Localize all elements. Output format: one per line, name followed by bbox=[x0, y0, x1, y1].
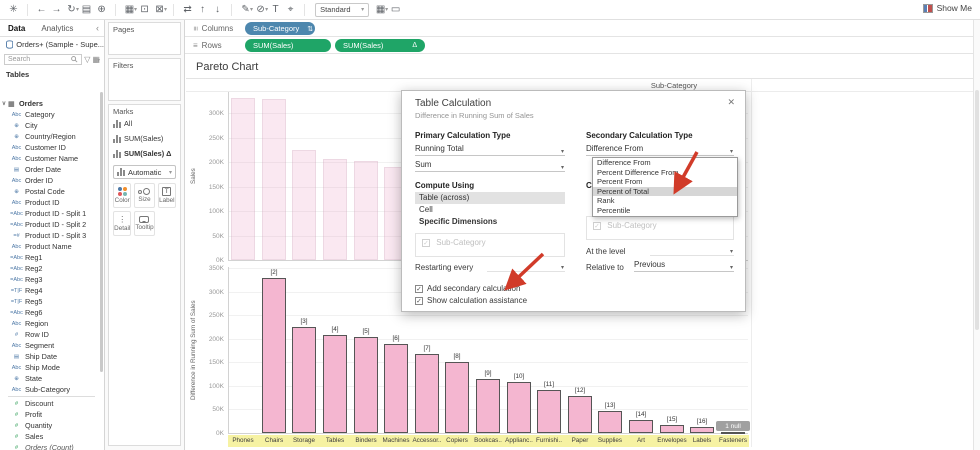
aggregation-dropdown[interactable]: Sum ▾ bbox=[415, 159, 565, 172]
secondary-dimension-label: Sub-Category bbox=[607, 221, 657, 230]
bar-rank-label: [10] bbox=[513, 373, 525, 380]
compute-using-header: Compute Using bbox=[415, 181, 475, 190]
bar-furnishings[interactable] bbox=[537, 390, 561, 433]
bar-copiers[interactable] bbox=[445, 362, 469, 433]
y-axis-title: Sales bbox=[190, 168, 197, 184]
x-tick-label[interactable]: Phones bbox=[227, 437, 259, 444]
primary-dimension-label: Sub-Category bbox=[436, 238, 486, 247]
bar-tables[interactable] bbox=[323, 159, 347, 260]
bar-rank-label: [12] bbox=[574, 387, 586, 394]
bar-art[interactable] bbox=[629, 420, 653, 433]
x-tick-label[interactable]: Storage bbox=[288, 437, 320, 444]
compute-using-list[interactable]: Table (across) Cell Specific Dimensions bbox=[415, 192, 565, 228]
bar-storage[interactable] bbox=[292, 150, 316, 260]
bar-appliances[interactable] bbox=[507, 382, 531, 433]
bar-tables[interactable] bbox=[323, 335, 347, 433]
bar-chairs[interactable] bbox=[262, 278, 286, 433]
menu-item-percent-difference-from[interactable]: Percent Difference From bbox=[593, 168, 737, 178]
tableau-window: ✳ ← → ↻ ▾ ▤ ⊕ ▦ ▾ ⊡ ⊠ ▾ ⇄ ↑ ↓ ✎ ▾ ⊘ ▾ T ⌖ Standard ▾ ▦ ▾ ▭ Sho… bbox=[0, 0, 980, 450]
bar-rank-label: [3] bbox=[300, 318, 308, 325]
checkbox-show-calculation-assistance[interactable]: ✓ Show calculation assistance bbox=[415, 296, 527, 305]
x-tick-label[interactable]: Binders bbox=[350, 437, 382, 444]
bar-rank-label: [4] bbox=[331, 326, 339, 333]
bar-machines[interactable] bbox=[384, 344, 408, 433]
bar-rank-label: [6] bbox=[392, 335, 400, 342]
x-tick-label[interactable]: Applianc.. bbox=[503, 437, 535, 444]
close-icon[interactable]: ✕ bbox=[727, 97, 735, 108]
secondary-type-dropdown[interactable]: Difference From ▾ bbox=[586, 143, 734, 156]
bar-paper[interactable] bbox=[568, 396, 592, 433]
checkbox-icon: ✓ bbox=[593, 221, 601, 230]
menu-item-percent-of-total[interactable]: Percent of Total bbox=[593, 186, 737, 197]
x-tick-label[interactable]: Tables bbox=[319, 437, 351, 444]
compute-option-specific-dimensions[interactable]: Specific Dimensions bbox=[415, 216, 565, 228]
relative-to-label: Relative to bbox=[586, 263, 624, 272]
gridline bbox=[228, 433, 748, 434]
bar-rank-label: [5] bbox=[362, 328, 370, 335]
secondary-dimension-box: ✓ Sub-Category bbox=[586, 216, 734, 240]
restarting-every-dropdown: ▾ bbox=[487, 259, 565, 272]
x-tick-label[interactable]: Labels bbox=[686, 437, 718, 444]
secondary-calc-type-header: Secondary Calculation Type bbox=[586, 131, 693, 140]
bar-rank-label: [16] bbox=[696, 418, 708, 425]
bar-supplies[interactable] bbox=[598, 411, 622, 433]
x-tick-label[interactable]: Machines bbox=[380, 437, 412, 444]
at-the-level-dropdown: ▾ bbox=[650, 243, 734, 256]
table-calculation-dialog: Table Calculation Difference in Running … bbox=[401, 90, 746, 312]
y-axis-line bbox=[228, 267, 229, 433]
bar-binders[interactable] bbox=[354, 161, 378, 260]
menu-item-rank[interactable]: Rank bbox=[593, 196, 737, 206]
primary-type-dropdown[interactable]: Running Total ▾ bbox=[415, 143, 565, 156]
x-tick-label[interactable]: Chairs bbox=[258, 437, 290, 444]
x-tick-label[interactable]: Art bbox=[625, 437, 657, 444]
bar-rank-label: [7] bbox=[423, 345, 431, 352]
dialog-subtitle: Difference in Running Sum of Sales bbox=[415, 111, 534, 120]
compute-option-cell[interactable]: Cell bbox=[415, 204, 565, 216]
restarting-every-label: Restarting every bbox=[415, 263, 474, 272]
bar-bookcases[interactable] bbox=[476, 379, 500, 433]
y-axis-line bbox=[228, 92, 229, 260]
x-tick-label[interactable]: Furnishi.. bbox=[533, 437, 565, 444]
checkbox-icon: ✓ bbox=[422, 238, 430, 247]
gridline bbox=[228, 315, 748, 316]
at-the-level-label: At the level bbox=[586, 247, 626, 256]
menu-item-percent-from[interactable]: Percent From bbox=[593, 177, 737, 187]
bar-rank-label: [2] bbox=[270, 269, 278, 276]
checkbox-icon: ✓ bbox=[415, 284, 423, 293]
checkbox-icon: ✓ bbox=[415, 296, 423, 305]
x-tick-label[interactable]: Paper bbox=[564, 437, 596, 444]
bar-binders[interactable] bbox=[354, 337, 378, 433]
bar-rank-label: [15] bbox=[666, 416, 678, 423]
dialog-title: Table Calculation bbox=[415, 98, 492, 109]
bar-labels[interactable] bbox=[690, 427, 714, 433]
y-axis-title: Difference in Running Sum of Sales bbox=[190, 300, 197, 400]
bar-rank-label: [11] bbox=[543, 381, 555, 388]
menu-item-percentile[interactable]: Percentile bbox=[593, 206, 737, 216]
bar-envelopes[interactable] bbox=[660, 425, 684, 433]
x-tick-label[interactable]: Copiers bbox=[441, 437, 473, 444]
x-tick-label[interactable]: Bookcas.. bbox=[472, 437, 504, 444]
relative-to-dropdown[interactable]: Previous ▾ bbox=[634, 259, 734, 272]
x-tick-label[interactable]: Fasteners bbox=[717, 437, 749, 444]
primary-dimension-box: ✓ Sub-Category bbox=[415, 233, 565, 257]
bar-phones[interactable] bbox=[231, 98, 255, 260]
calc-type-menu[interactable]: Difference From Percent Difference From Pe… bbox=[592, 157, 738, 217]
x-tick-label[interactable]: Accessor.. bbox=[411, 437, 443, 444]
bar-rank-label: [9] bbox=[484, 370, 492, 377]
bar-rank-label: [14] bbox=[635, 411, 647, 418]
bar-chairs[interactable] bbox=[262, 99, 286, 260]
bar-fasteners[interactable] bbox=[721, 432, 745, 434]
bar-rank-label: [13] bbox=[604, 402, 616, 409]
x-tick-label[interactable]: Supplies bbox=[594, 437, 626, 444]
checkbox-add-secondary-calculation[interactable]: ✓ Add secondary calculation bbox=[415, 284, 520, 293]
bar-storage[interactable] bbox=[292, 327, 316, 433]
bar-accessories[interactable] bbox=[415, 354, 439, 433]
null-indicator-badge[interactable]: 1 null bbox=[716, 421, 750, 431]
bar-rank-label: [8] bbox=[453, 353, 461, 360]
menu-item-difference-from[interactable]: Difference From bbox=[593, 158, 737, 168]
primary-calc-type-header: Primary Calculation Type bbox=[415, 131, 511, 140]
x-tick-label[interactable]: Envelopes bbox=[656, 437, 688, 444]
compute-option-table-across-[interactable]: Table (across) bbox=[415, 192, 565, 204]
